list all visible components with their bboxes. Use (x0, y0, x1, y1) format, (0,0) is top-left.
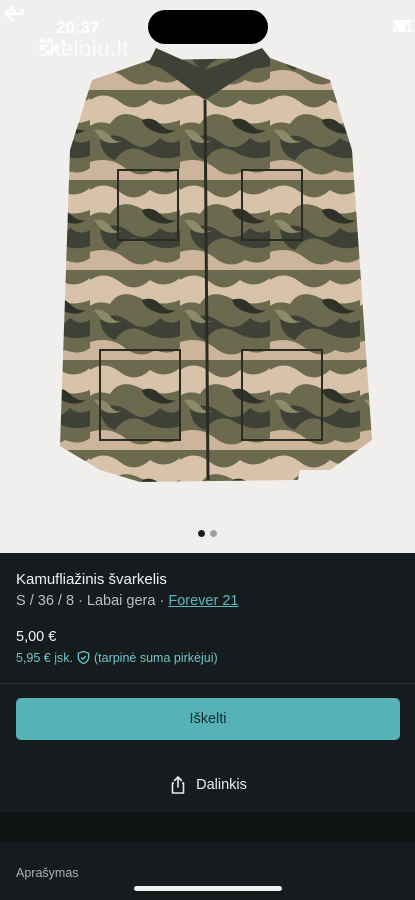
listing-details: Kamufliažinis švarkelis S / 36 / 8 · Lab… (0, 553, 415, 683)
product-photo[interactable]: 20:37 skelbiu.lt (0, 0, 415, 553)
listing-price: 5,00 € (16, 629, 57, 645)
size-condition: S / 36 / 8 · Labai gera · (16, 593, 169, 609)
buyer-price-value: 5,95 € įsk. (16, 650, 73, 665)
brand-link[interactable]: Forever 21 (168, 593, 238, 609)
shield-check-icon (77, 650, 90, 665)
jacket-image (0, 0, 415, 553)
battery-icon (393, 20, 415, 32)
more-horizontal-icon[interactable] (0, 0, 28, 24)
buyer-price[interactable]: 5,95 € įsk. (tarpinė suma pirkėjui) (16, 650, 218, 665)
watermark: skelbiu.lt (38, 36, 129, 62)
description-label: Aprašymas (16, 866, 79, 880)
listing-meta: S / 36 / 8 · Labai gera · Forever 21 (16, 593, 238, 609)
pagination-dot-active[interactable] (198, 530, 205, 537)
watermark-logo-icon (40, 38, 66, 55)
description-section: Aprašymas (0, 842, 415, 900)
home-indicator[interactable] (134, 886, 282, 891)
actions: Iškelti Dalinkis (0, 684, 415, 812)
share-button[interactable]: Dalinkis (0, 770, 415, 800)
status-time: 20:37 (56, 18, 100, 37)
share-label: Dalinkis (196, 777, 247, 793)
pagination-dot[interactable] (210, 530, 217, 537)
listing-title: Kamufliažinis švarkelis (16, 571, 167, 588)
camera-notch (148, 10, 268, 44)
bump-button[interactable]: Iškelti (16, 698, 400, 740)
section-gap (0, 812, 415, 842)
buyer-price-note: (tarpinė suma pirkėjui) (93, 650, 218, 665)
gallery-pagination (0, 530, 415, 537)
share-icon (171, 776, 185, 794)
